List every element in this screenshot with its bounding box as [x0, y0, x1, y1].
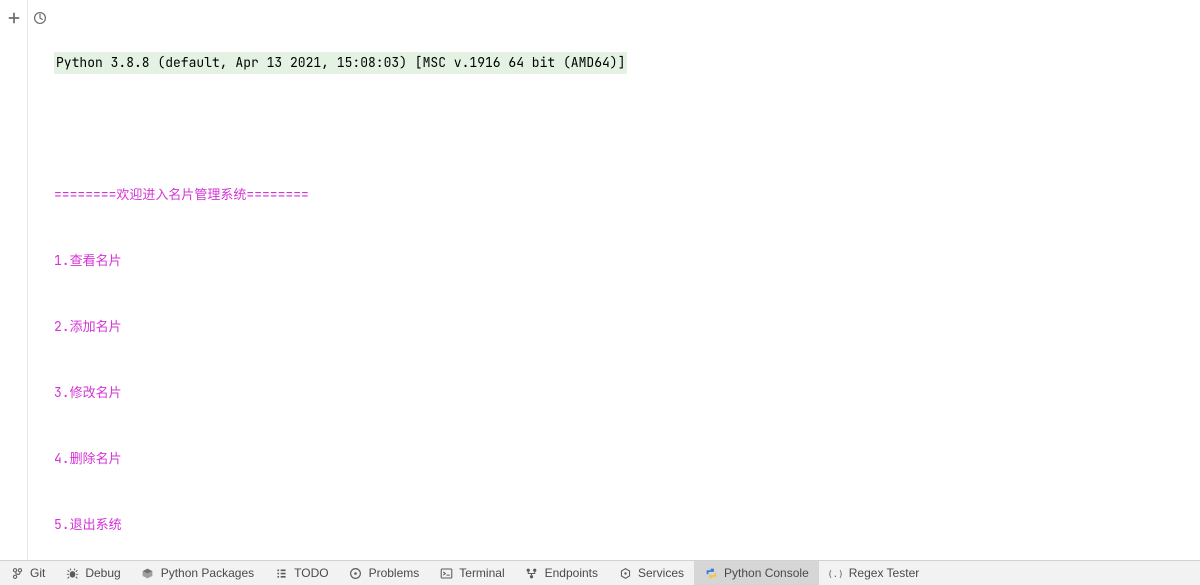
terminal-icon — [439, 566, 453, 580]
git-branch-icon — [10, 566, 24, 580]
tool-window-endpoints[interactable]: Endpoints — [515, 561, 608, 585]
tool-window-services[interactable]: Services — [608, 561, 694, 585]
tool-window-label: Regex Tester — [849, 566, 919, 580]
menu-item: 4.删除名片 — [54, 448, 1196, 470]
regex-icon: (.) — [829, 566, 843, 580]
tool-window-python-console[interactable]: Python Console — [694, 561, 819, 585]
tool-window-python-packages[interactable]: Python Packages — [131, 561, 264, 585]
tool-window-label: Debug — [85, 566, 120, 580]
menu-item: 2.添加名片 — [54, 316, 1196, 338]
tool-window-problems[interactable]: Problems — [339, 561, 430, 585]
footer-spacer — [929, 561, 1200, 585]
menu-header: ========欢迎进入名片管理系统======== — [54, 184, 1196, 206]
console-toolbar — [0, 0, 28, 560]
execution-status-column — [28, 0, 52, 560]
tool-window-label: Python Console — [724, 566, 809, 580]
plus-icon — [7, 11, 21, 25]
tool-window-label: TODO — [294, 566, 328, 580]
tool-window-debug[interactable]: Debug — [55, 561, 130, 585]
services-icon — [618, 566, 632, 580]
tool-window-label: Problems — [369, 566, 420, 580]
tool-window-terminal[interactable]: Terminal — [429, 561, 514, 585]
menu-item: 3.修改名片 — [54, 382, 1196, 404]
tool-window-label: Python Packages — [161, 566, 254, 580]
tool-window-label: Terminal — [459, 566, 504, 580]
menu-item: 1.查看名片 — [54, 250, 1196, 272]
packages-icon — [141, 566, 155, 580]
python-console-output[interactable]: Python 3.8.8 (default, Apr 13 2021, 15:0… — [52, 0, 1200, 560]
menu-item: 5.退出系统 — [54, 514, 1196, 536]
bug-icon — [65, 566, 79, 580]
endpoints-icon — [525, 566, 539, 580]
blank-line — [54, 118, 1196, 140]
python-icon — [704, 566, 718, 580]
tool-window-regex-tester[interactable]: (.) Regex Tester — [819, 561, 929, 585]
problems-icon — [349, 566, 363, 580]
svg-text:(.): (.) — [829, 569, 842, 579]
tool-window-bar: Git Debug Python Packages TODO Problems … — [0, 560, 1200, 585]
python-version-line: Python 3.8.8 (default, Apr 13 2021, 15:0… — [54, 52, 627, 74]
new-console-button[interactable] — [6, 10, 22, 26]
tool-window-git[interactable]: Git — [0, 561, 55, 585]
tool-window-label: Services — [638, 566, 684, 580]
tool-window-todo[interactable]: TODO — [264, 561, 338, 585]
list-icon — [274, 566, 288, 580]
tool-window-label: Endpoints — [545, 566, 598, 580]
tool-window-label: Git — [30, 566, 45, 580]
clock-icon — [33, 11, 47, 25]
